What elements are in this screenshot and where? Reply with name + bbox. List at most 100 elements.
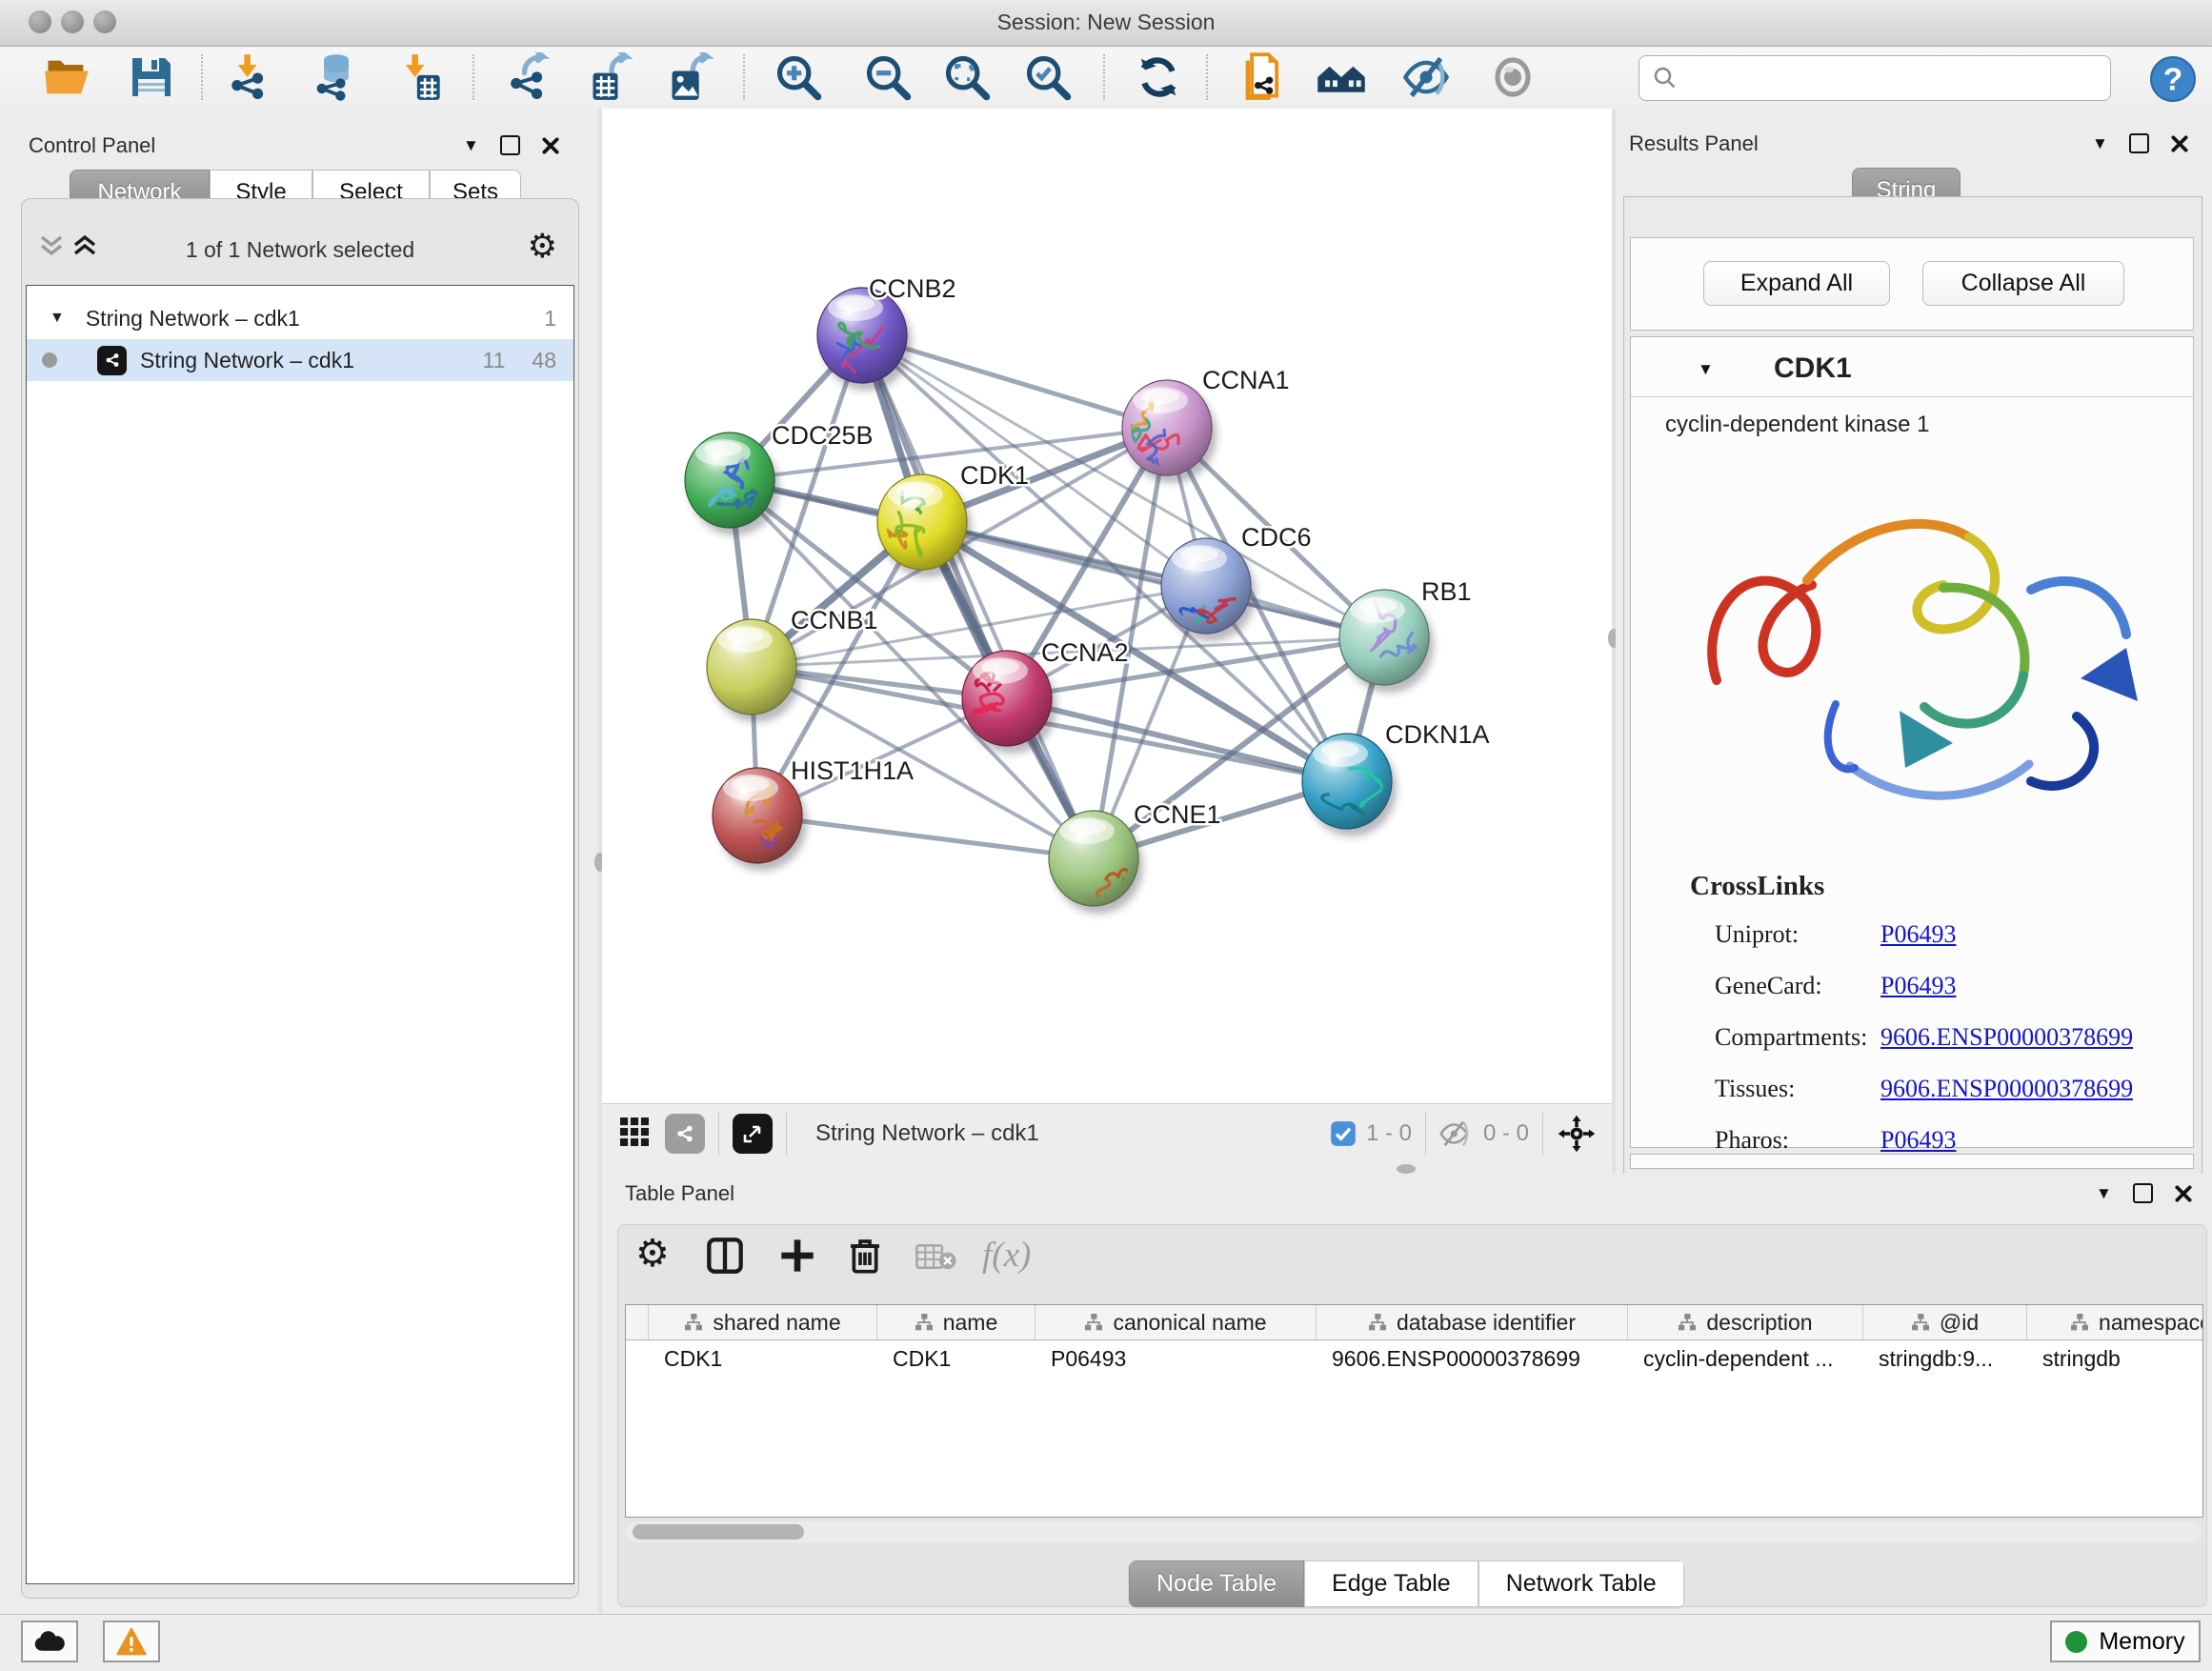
disclosure-triangle-icon[interactable]: ▼ (50, 310, 65, 327)
collapse-table-panel-icon[interactable]: ▼ (2096, 1184, 2112, 1203)
network-row[interactable]: String Network – cdk1 11 48 (27, 339, 573, 381)
node-label: CCNE1 (1134, 800, 1221, 829)
collapse-all-button[interactable]: Collapse All (1922, 261, 2124, 306)
import-string-network-icon[interactable] (1235, 50, 1290, 105)
column-type-icon (1084, 1314, 1103, 1331)
column-header: database identifier (1317, 1305, 1628, 1339)
node-label: CDKN1A (1385, 720, 1490, 749)
column-type-icon (2070, 1314, 2089, 1331)
close-panel-icon[interactable] (541, 136, 560, 155)
birds-eye-view-icon[interactable] (1557, 1114, 1597, 1154)
node-label: CDK1 (960, 461, 1029, 490)
search-icon (1651, 64, 1679, 92)
column-header: namespace (2027, 1305, 2203, 1339)
selected-checkbox-icon[interactable] (1330, 1120, 1357, 1147)
zoom-out-icon[interactable] (860, 50, 915, 105)
protein-disclosure-icon[interactable]: ▼ (1698, 360, 1714, 379)
zoom-in-icon[interactable] (771, 50, 826, 105)
crosslink-label: Uniprot: (1715, 920, 1799, 949)
close-table-panel-icon[interactable] (2174, 1184, 2193, 1203)
expand-all-button[interactable]: Expand All (1703, 261, 1890, 306)
node-label: CCNA2 (1041, 638, 1129, 667)
next-protein-section (1630, 1154, 2194, 1169)
crosslink-label: Pharos: (1715, 1126, 1789, 1155)
collapse-panel-icon[interactable]: ▼ (463, 136, 479, 155)
cloud-icon (32, 1629, 67, 1654)
control-panel: Control Panel ▼ NetworkStyleSelectSets 1… (0, 109, 598, 1614)
function-builder-icon: f(x) (982, 1235, 1031, 1276)
column-type-icon (1911, 1314, 1930, 1331)
float-panel-icon[interactable] (500, 135, 520, 155)
export-table-icon[interactable] (584, 50, 639, 105)
node-table[interactable]: shared name name canonical name database… (625, 1304, 2203, 1518)
column-type-icon (684, 1314, 703, 1331)
export-network-icon[interactable] (503, 50, 558, 105)
network-collection-row[interactable]: ▼ String Network – cdk1 1 (27, 297, 573, 339)
scrollbar-thumb[interactable] (633, 1524, 804, 1540)
tab-edge-table[interactable]: Edge Table (1304, 1560, 1478, 1607)
column-header: @id (1863, 1305, 2027, 1339)
network-graph[interactable]: CCNB2CCNA1CDC25BCDK1CDC6RB1CCNB1CCNA2CDK… (602, 109, 1612, 1103)
column-header: shared name (649, 1305, 877, 1339)
show-all-icon[interactable] (1485, 50, 1540, 105)
crosslink-uniprot-link[interactable]: P06493 (1880, 920, 1956, 949)
string-results-content: Expand All Collapse All ▼ CDK1 cyclin-de… (1623, 196, 2202, 1271)
show-columns-icon[interactable] (706, 1237, 744, 1275)
crosslink-pharos-link[interactable]: P06493 (1880, 1126, 1956, 1155)
help-icon[interactable]: ? (2145, 51, 2201, 107)
import-table-icon[interactable] (392, 50, 447, 105)
network-canvas[interactable]: CCNB2CCNA1CDC25BCDK1CDC6RB1CCNB1CCNA2CDK… (602, 109, 1612, 1103)
open-session-icon[interactable] (39, 50, 94, 105)
table-options-gear-icon[interactable]: ⚙ (635, 1235, 670, 1273)
tab-network-table[interactable]: Network Table (1478, 1560, 1684, 1607)
crosslink-compartments-link[interactable]: 9606.ENSP00000378699 (1880, 1023, 2133, 1052)
memory-button[interactable]: Memory (2050, 1621, 2201, 1662)
table-panel-title: Table Panel (625, 1181, 734, 1206)
application-window: Session: New Session (0, 0, 2212, 1671)
table-panel-splitter-handle[interactable] (1397, 1164, 1416, 1174)
add-column-icon[interactable] (778, 1237, 816, 1275)
node-label: CDC6 (1241, 523, 1312, 552)
node-label: RB1 (1421, 577, 1472, 606)
svg-text:?: ? (2163, 62, 2182, 97)
protein-section: ▼ CDK1 cyclin-dependent kinase 1 (1630, 336, 2194, 1148)
crosslink-tissues-link[interactable]: 9606.ENSP00000378699 (1880, 1075, 2133, 1103)
crosslink-label: GeneCard: (1715, 972, 1822, 1000)
crosslink-label: Tissues: (1715, 1075, 1795, 1103)
open-in-window-icon[interactable] (733, 1114, 773, 1154)
zoom-selected-icon[interactable] (1020, 50, 1076, 105)
node-label: CCNA1 (1202, 366, 1290, 394)
table-row[interactable]: CDK1 CDK1 P06493 9606.ENSP00000378699 cy… (626, 1340, 2203, 1377)
first-neighbors-icon[interactable] (1314, 50, 1369, 105)
expand-collapse-bar: Expand All Collapse All (1630, 237, 2194, 331)
delete-column-icon[interactable] (847, 1237, 883, 1275)
export-image-icon[interactable] (663, 50, 718, 105)
protein-description: cyclin-dependent kinase 1 (1665, 412, 1930, 438)
search-box (1639, 55, 2111, 101)
warnings-button[interactable] (103, 1621, 160, 1662)
table-horizontal-scrollbar[interactable] (625, 1521, 2202, 1542)
protein-name: CDK1 (1774, 352, 1852, 385)
node-label: HIST1H1A (791, 756, 914, 785)
selected-counts: 1 - 0 (1366, 1120, 1412, 1147)
zoom-fit-icon[interactable] (939, 50, 995, 105)
results-panel-title: Results Panel (1629, 131, 1759, 156)
crosslink-genecard-link[interactable]: P06493 (1880, 972, 1956, 1000)
grid-view-icon[interactable] (617, 1115, 652, 1154)
window-title: Session: New Session (0, 10, 2212, 35)
import-network-file-icon[interactable] (224, 50, 279, 105)
search-input[interactable] (1685, 65, 2110, 91)
collapse-results-icon[interactable]: ▼ (2092, 134, 2108, 153)
refresh-icon[interactable] (1131, 50, 1186, 105)
tab-node-table[interactable]: Node Table (1129, 1560, 1304, 1607)
cloud-status-button[interactable] (21, 1621, 78, 1662)
string-view-icon[interactable] (665, 1114, 705, 1154)
network-view-toolbar: String Network – cdk1 1 - 0 0 - 0 (602, 1103, 1612, 1163)
import-network-database-icon[interactable] (309, 50, 364, 105)
float-results-icon[interactable] (2129, 133, 2149, 153)
close-results-icon[interactable] (2170, 134, 2189, 153)
network-options-gear-icon[interactable]: ⚙ (528, 230, 557, 263)
save-session-icon[interactable] (124, 50, 179, 105)
float-table-panel-icon[interactable] (2133, 1183, 2153, 1203)
hide-selected-icon[interactable] (1398, 50, 1454, 105)
